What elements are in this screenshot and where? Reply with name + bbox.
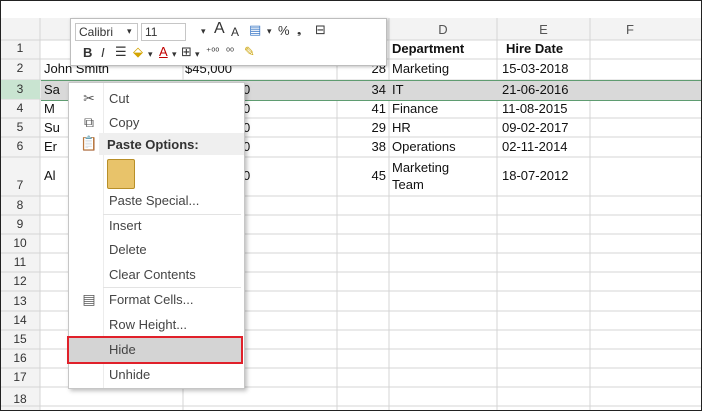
- screenshot-border: [0, 0, 702, 411]
